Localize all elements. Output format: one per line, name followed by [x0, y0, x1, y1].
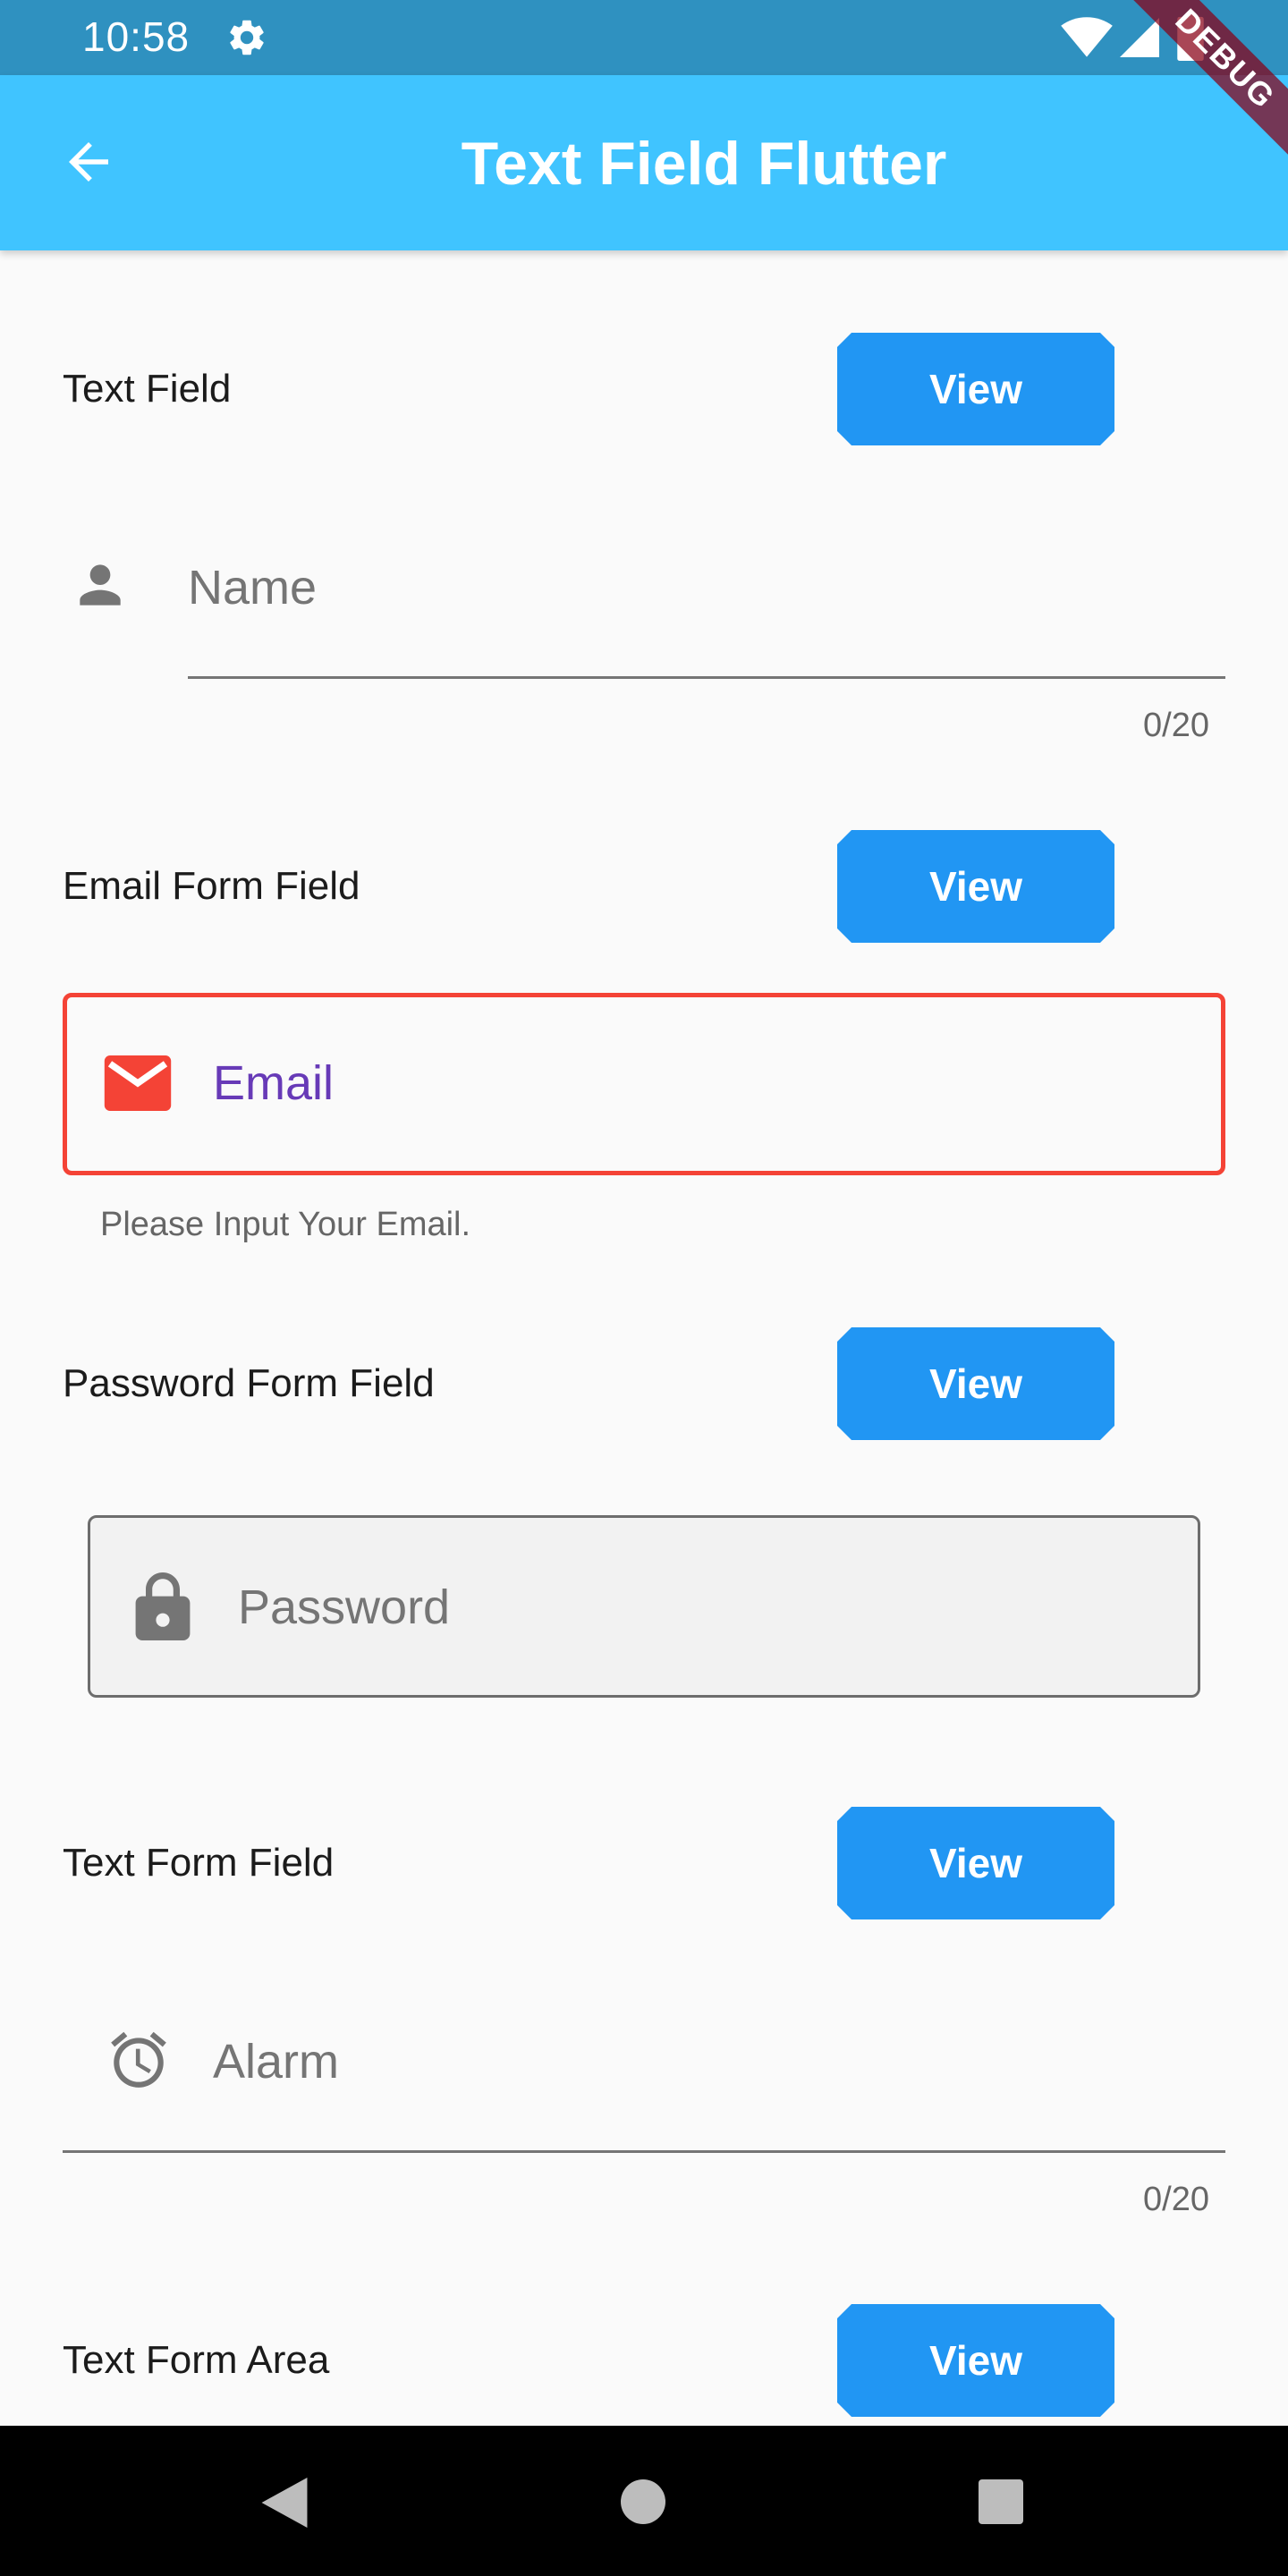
system-nav-bar: [0, 2426, 1288, 2576]
text-field-label: Text Field: [63, 367, 232, 411]
nav-back-icon[interactable]: [261, 2478, 308, 2528]
email-field-label: Email: [213, 1056, 335, 1110]
wifi-icon: [1061, 17, 1113, 57]
password-form-field-label: Password Form Field: [63, 1361, 435, 1405]
alarm-icon: [111, 2031, 166, 2088]
alarm-counter: 0/20: [1143, 2181, 1209, 2218]
app-bar: Text Field Flutter: [0, 75, 1288, 250]
email-icon: [104, 1055, 172, 1111]
status-time: 10:58: [82, 13, 191, 60]
name-input-underline: [188, 676, 1225, 679]
page-title: Text Field Flutter: [461, 130, 947, 198]
text-field-view-button[interactable]: View: [837, 333, 1114, 445]
name-input[interactable]: Name: [188, 560, 317, 615]
email-form-field-view-button[interactable]: View: [837, 830, 1114, 943]
text-form-area-view-button[interactable]: View: [837, 2304, 1114, 2417]
gear-icon: [230, 20, 264, 55]
password-form-field-view-button[interactable]: View: [837, 1327, 1114, 1440]
nav-recent-icon[interactable]: [979, 2479, 1023, 2524]
text-form-field-label: Text Form Field: [63, 1841, 335, 1885]
lock-icon: [135, 1572, 191, 1640]
signal-icon: [1120, 18, 1159, 57]
email-helper-text: Please Input Your Email.: [100, 1206, 471, 1243]
person-icon: [80, 564, 121, 606]
status-bar: 10:58: [0, 0, 1288, 75]
alarm-input[interactable]: Alarm: [213, 2034, 339, 2089]
alarm-input-underline: [63, 2150, 1225, 2153]
nav-home-icon[interactable]: [621, 2479, 665, 2524]
email-form-field-label: Email Form Field: [63, 864, 360, 908]
name-counter: 0/20: [1143, 707, 1209, 744]
password-hint: Password: [238, 1580, 451, 1634]
text-form-area-label: Text Form Area: [63, 2338, 330, 2382]
text-form-field-view-button[interactable]: View: [837, 1807, 1114, 1919]
